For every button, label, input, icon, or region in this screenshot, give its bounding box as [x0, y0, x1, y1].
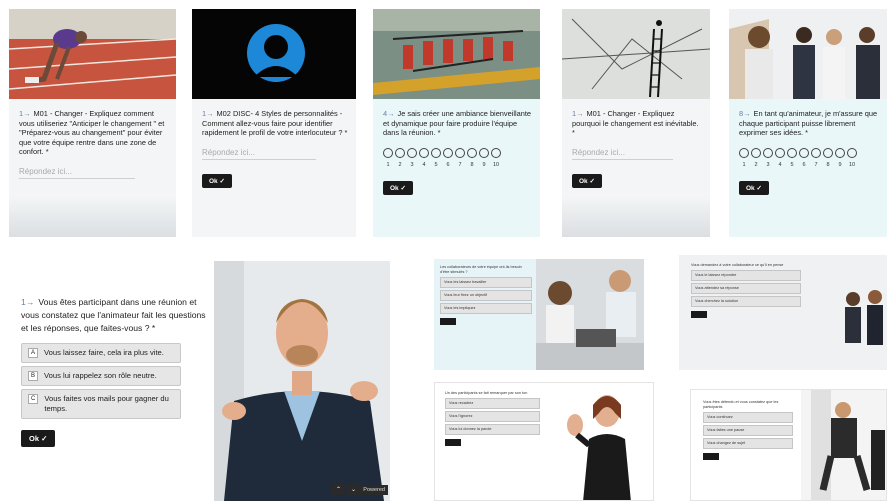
- nav-arrows[interactable]: ⌃ ⌄: [331, 484, 360, 495]
- question-card-3[interactable]: 4→ Je sais créer une ambiance bienveillan…: [373, 9, 540, 237]
- card-image-runner: [9, 9, 176, 99]
- rating-option[interactable]: [395, 147, 405, 158]
- answer-input[interactable]: Répondez ici...: [572, 148, 674, 160]
- question-text: 1→ Vous êtes participant dans une réunion…: [21, 297, 206, 333]
- question-text: 1→ M02 DISC- 4 Styles de personnalités - …: [202, 109, 348, 138]
- choice-option-a[interactable]: A Vous laissez faire, cela ira plus vite.: [21, 343, 181, 363]
- question-card-2[interactable]: 1→ M02 DISC- 4 Styles de personnalités - …: [192, 9, 356, 237]
- thumbnail-question: Vous demandez à votre collaborateur ce q…: [691, 263, 801, 320]
- question-card-4[interactable]: 1→ M01 - Changer - Expliquez pourquoi le …: [562, 9, 710, 237]
- thumbnail-card-4[interactable]: Vous êtes détendu et vous constatez que …: [690, 389, 887, 501]
- decorative-overlay: [562, 197, 710, 237]
- rating-scale[interactable]: [739, 147, 879, 158]
- rating-scale[interactable]: [383, 147, 532, 158]
- card-image-rowing: [373, 9, 540, 99]
- rating-option[interactable]: [491, 147, 501, 158]
- thumbnail-question: Les collaborateurs de votre équipe ont-i…: [440, 265, 532, 327]
- rating-labels: 1 2 3 4 5 6 7 8 9 10: [742, 161, 856, 168]
- answer-input[interactable]: Répondez ici...: [19, 167, 136, 179]
- thumbnail-card-2[interactable]: Vous demandez à votre collaborateur ce q…: [679, 255, 887, 370]
- question-text: 1→ M01 - Changer - Expliquez comment vous…: [19, 109, 165, 157]
- thumbnail-card-1[interactable]: Les collaborateurs de votre équipe ont-i…: [434, 259, 644, 370]
- rating-option[interactable]: [799, 147, 809, 158]
- card-image-ladder: [562, 9, 710, 99]
- question-card-1[interactable]: 1→ M01 - Changer - Expliquez comment vous…: [9, 9, 176, 237]
- card-image-woman-stop: [555, 383, 653, 500]
- choice-option-c[interactable]: C Vous faites vos mails pour gagner du te…: [21, 389, 181, 419]
- rating-option[interactable]: [455, 147, 465, 158]
- rating-option[interactable]: [419, 147, 429, 158]
- rating-option[interactable]: [431, 147, 441, 158]
- card-image-seated-man: [801, 390, 886, 500]
- ok-button[interactable]: Ok ✓: [202, 173, 232, 188]
- powered-badge[interactable]: Powered: [360, 485, 388, 495]
- rating-option[interactable]: [407, 147, 417, 158]
- rating-option[interactable]: [787, 147, 797, 158]
- card-image-team: [729, 9, 887, 99]
- nav-down-button[interactable]: ⌄: [346, 484, 360, 495]
- answer-input[interactable]: Répondez ici...: [202, 148, 316, 160]
- rating-option[interactable]: [751, 147, 761, 158]
- choice-list[interactable]: A Vous laissez faire, cela ira plus vite.…: [21, 343, 181, 419]
- ok-button[interactable]: Ok ✓: [572, 173, 602, 188]
- question-card-5[interactable]: 8→ En tant qu'animateur, je m'assure que …: [729, 9, 887, 237]
- rating-option[interactable]: [443, 147, 453, 158]
- rating-option[interactable]: [823, 147, 833, 158]
- decorative-overlay: [9, 197, 176, 237]
- thumbnail-question: Un des participants se fait remarquer pa…: [445, 391, 540, 448]
- ok-button[interactable]: Ok ✓: [739, 180, 769, 195]
- thumbnail-question: Vous êtes détendu et vous constatez que …: [703, 400, 793, 462]
- rating-labels: 1 2 3 4 5 6 7 8 9 10: [386, 161, 500, 168]
- rating-option[interactable]: [467, 147, 477, 158]
- card-image-man-pointing: ⌃ ⌄ Powered: [214, 261, 390, 501]
- question-text: 4→ Je sais créer une ambiance bienveillan…: [383, 109, 532, 138]
- rating-option[interactable]: [811, 147, 821, 158]
- rating-option[interactable]: [847, 147, 857, 158]
- ok-button[interactable]: Ok ✓: [383, 180, 413, 195]
- choice-option-b[interactable]: B Vous lui rappelez son rôle neutre.: [21, 366, 181, 386]
- rating-option[interactable]: [775, 147, 785, 158]
- large-question-card[interactable]: 1→ Vous êtes participant dans une réunion…: [9, 261, 390, 501]
- rating-option[interactable]: [383, 147, 393, 158]
- rating-option[interactable]: [763, 147, 773, 158]
- rating-option[interactable]: [479, 147, 489, 158]
- rating-option[interactable]: [739, 147, 749, 158]
- thumbnail-card-3[interactable]: Un des participants se fait remarquer pa…: [434, 382, 654, 501]
- card-image-silhouette: [192, 9, 356, 99]
- card-image-people: [839, 283, 887, 353]
- card-image-meeting: [536, 259, 644, 370]
- ok-button[interactable]: Ok ✓: [21, 430, 56, 447]
- nav-up-button[interactable]: ⌃: [331, 484, 345, 495]
- rating-option[interactable]: [835, 147, 845, 158]
- question-text: 1→ M01 - Changer - Expliquez pourquoi le …: [572, 109, 699, 138]
- question-text: 8→ En tant qu'animateur, je m'assure que …: [739, 109, 878, 138]
